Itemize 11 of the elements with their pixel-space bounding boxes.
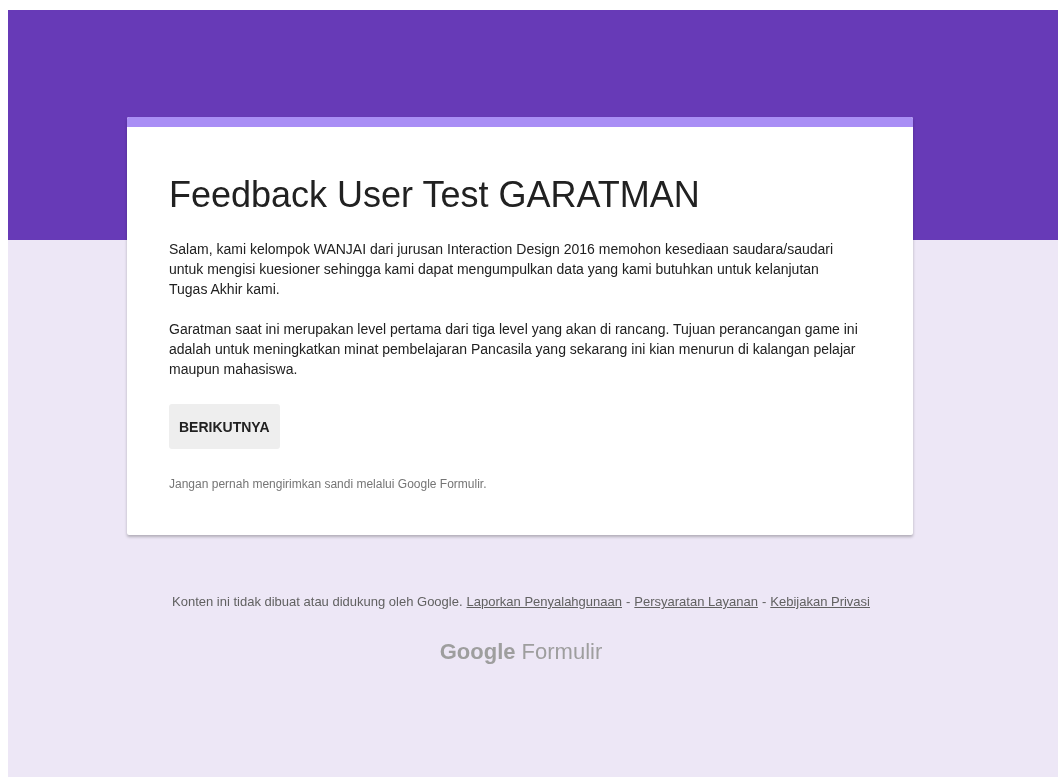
password-warning: Jangan pernah mengirimkan sandi melalui Google Formulir. [169, 477, 488, 491]
footer-link[interactable]: Laporkan Penyalahgunaan [466, 594, 622, 609]
separator-text: - [626, 594, 631, 609]
next-button[interactable]: BERIKUTNYA [169, 404, 280, 449]
form-description: Salam, kami kelompok WANJAI dari jurusan Interaction Design 2016 memohon kesediaan saudara/saudari untuk mengisi kuesioner sehingga kami dapat mengumpulkan data yang kami butuhkan untuk kelanjutan Tugas Akhir kami. [169, 240, 835, 299]
footer-link[interactable]: Kebijakan Privasi [770, 594, 870, 609]
separator-text: - [761, 594, 767, 609]
disclaimer-text: Konten ini tidak dibuat atau didukung oleh Google. [172, 594, 463, 609]
form-description: Garatman saat ini merupakan level pertama dari tiga level yang akan di rancang. Tujuan perancangan game ini adalah untuk meningkatkan minat pembelajaran Pancasila yang sekarang ini kian menurun di kalangan pelajar maupun mahasiswa. [169, 320, 859, 379]
footer-link[interactable]: Persyaratan Layanan [634, 594, 758, 609]
form-title: Feedback User Test GARATMAN [169, 173, 701, 217]
